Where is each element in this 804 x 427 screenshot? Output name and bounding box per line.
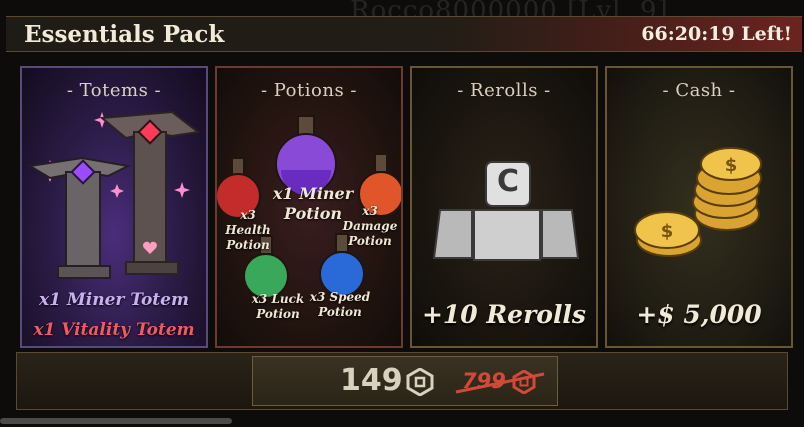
price-value: 149 — [340, 363, 403, 398]
robux-icon — [406, 368, 434, 396]
offer-timer: 66:20:19 Left! — [641, 23, 792, 45]
miner-totem-label: x1 Miner Totem — [39, 290, 189, 310]
cash-card-title: - Cash - — [662, 80, 736, 101]
totems-card[interactable]: - Totems - x1 Miner Totem x1 Vitality To… — [20, 66, 208, 348]
vitality-totem-label: x1 Vitality Totem — [33, 320, 195, 340]
strikethrough-line — [455, 372, 545, 394]
speed-potion-label: x3 Speed Potion — [309, 290, 371, 319]
cash-amount: +$ 5,000 — [636, 300, 762, 329]
health-potion-label: x3 Health Potion — [225, 208, 271, 252]
rerolls-card[interactable]: - Rerolls - C +10 Rerolls — [410, 66, 598, 348]
gold-coins-icon: $ $ — [634, 147, 762, 257]
damage-potion-label: x3 Damage Potion — [342, 204, 398, 248]
potions-card[interactable]: - Potions - x1 Miner Potion x3 Health Po… — [215, 66, 403, 348]
pack-title: Essentials Pack — [24, 21, 225, 48]
rerolls-card-title: - Rerolls - — [457, 80, 551, 101]
cash-card[interactable]: - Cash - $ $ +$ 5,000 — [605, 66, 793, 348]
reroll-key-glyph: C — [496, 164, 520, 199]
totems-card-title: - Totems - — [66, 80, 162, 101]
svg-text:$: $ — [725, 155, 738, 176]
pack-header: Essentials Pack 66:20:19 Left! — [6, 16, 802, 52]
horizontal-scrollbar[interactable] — [0, 418, 232, 424]
luck-potion-label: x3 Luck Potion — [251, 292, 305, 321]
rerolls-amount: +10 Rerolls — [421, 300, 587, 329]
svg-text:$: $ — [661, 221, 674, 242]
totem-icon — [27, 110, 201, 279]
